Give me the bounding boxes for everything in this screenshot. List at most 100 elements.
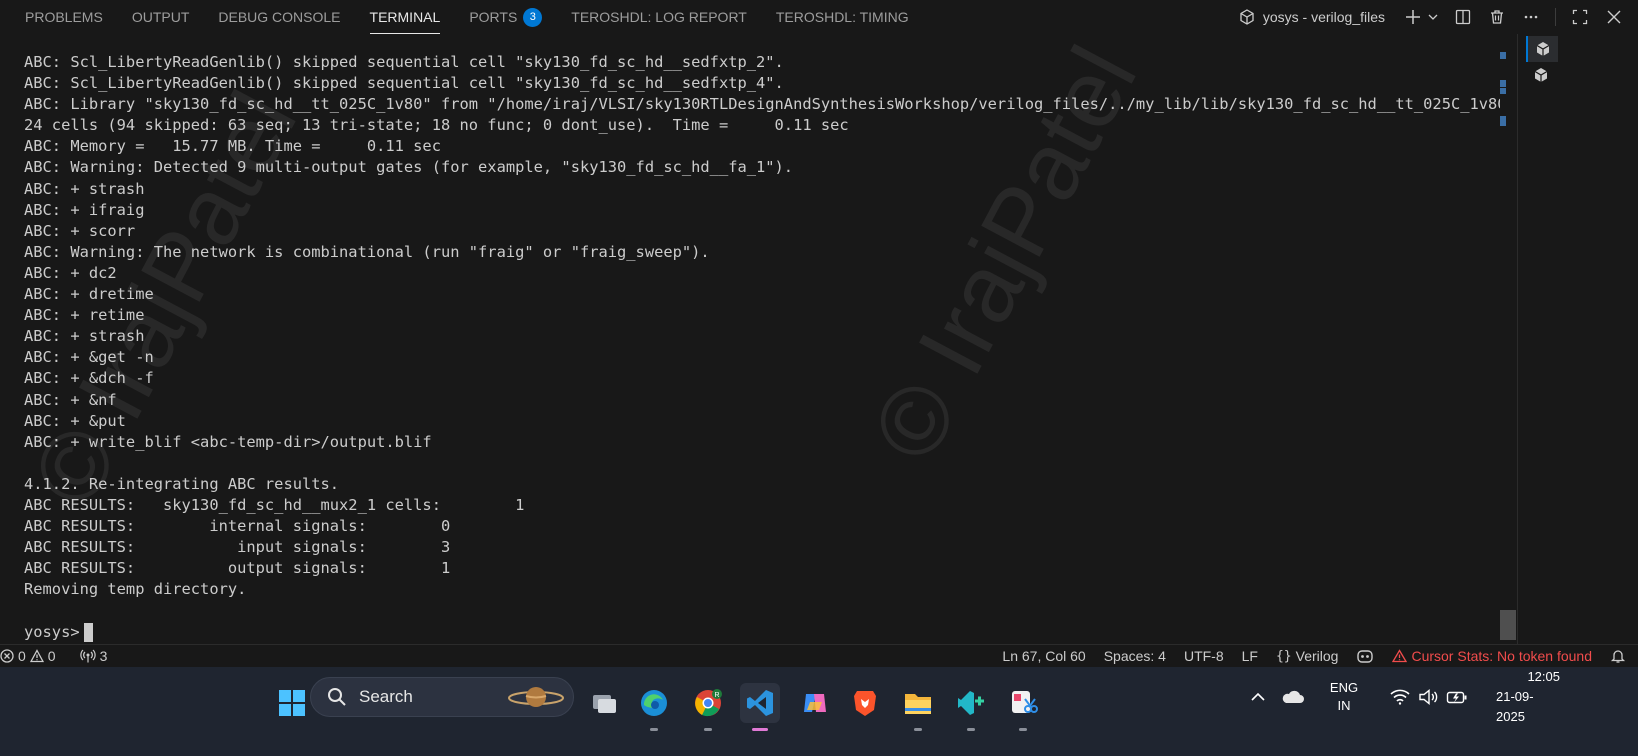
trash-icon[interactable]	[1487, 7, 1507, 27]
panel-tab-bar: PROBLEMS OUTPUT DEBUG CONSOLE TERMINAL P…	[0, 0, 1638, 34]
tab-problems[interactable]: PROBLEMS	[25, 0, 103, 34]
battery-charging-icon	[1446, 691, 1467, 704]
cursor-position-label: Ln 67, Col 60	[1002, 648, 1086, 664]
running-indicator	[704, 728, 712, 731]
end-of-line[interactable]: LF	[1233, 645, 1267, 667]
ports-count-badge: 3	[523, 7, 543, 27]
terminal-line: ABC: Library "sky130_fd_sc_hd__tt_025C_1…	[24, 95, 1500, 114]
scroll-thumb[interactable]	[1500, 610, 1516, 640]
terminal-line: ABC: + &get -n	[24, 348, 154, 367]
terminal-instance-1[interactable]	[1526, 36, 1558, 62]
copilot-icon	[1357, 650, 1374, 663]
tab-label: TERMINAL	[369, 8, 441, 25]
windows-taskbar: Search R ENG IN 12:05 21-09-2025	[0, 667, 1638, 756]
terminal-line: ABC: + ifraig	[24, 200, 145, 219]
code-plus-icon[interactable]	[951, 683, 991, 731]
terminal-cube-icon	[1536, 42, 1550, 56]
panel-actions: yosys - verilog_files	[1237, 0, 1624, 34]
running-indicator	[967, 728, 975, 731]
cursor-stats-label: Cursor Stats: No token found	[1411, 648, 1592, 664]
problems-indicator[interactable]: 0 0	[0, 645, 65, 667]
eol-label: LF	[1241, 648, 1258, 664]
windows-start-icon[interactable]	[272, 683, 312, 723]
chevron-up-icon[interactable]	[1244, 692, 1272, 702]
region-code: IN	[1337, 698, 1351, 713]
terminal-scrollbar[interactable]	[1500, 34, 1516, 644]
chrome-icon[interactable]: R	[688, 683, 728, 731]
quick-settings[interactable]	[1390, 689, 1468, 705]
terminal-line: ABC: Warning: Detected 9 multi-output ga…	[24, 158, 794, 177]
terminal-output[interactable]: © IrajPatel © IrajPatel ABC: Scl_Liberty…	[0, 34, 1500, 644]
terminal-line: ABC: + retime	[24, 306, 145, 325]
terminal-cube-icon	[1237, 7, 1257, 27]
terminal-line: ABC: Warning: The network is combination…	[24, 242, 710, 261]
tab-output[interactable]: OUTPUT	[132, 0, 190, 34]
terminal-selector[interactable]: yosys - verilog_files	[1237, 7, 1385, 27]
terminal-instance-list	[1517, 34, 1638, 644]
indentation[interactable]: Spaces: 4	[1095, 645, 1175, 667]
snipping-tool-icon[interactable]	[1003, 683, 1043, 731]
running-indicator	[752, 728, 768, 731]
terminal-line: ABC: Scl_LibertyReadGenlib() skipped seq…	[24, 53, 784, 71]
edge-icon[interactable]	[634, 683, 674, 731]
terminal-prompt-line[interactable]: yosys>	[24, 622, 1500, 643]
language-indicator[interactable]: ENG IN	[1316, 679, 1372, 715]
taskbar-search[interactable]: Search	[310, 677, 574, 717]
svg-text:R: R	[715, 692, 720, 699]
braces-icon: {}	[1275, 648, 1292, 664]
language-label: Verilog	[1295, 648, 1339, 664]
running-indicator	[914, 728, 922, 731]
terminal-line: ABC RESULTS: output signals: 1	[24, 559, 451, 578]
terminal-line: Removing temp directory.	[24, 580, 247, 599]
vscode-icon[interactable]	[740, 683, 780, 731]
warning-count: 0	[47, 648, 56, 664]
language-mode[interactable]: {} Verilog	[1267, 645, 1347, 667]
bell-icon	[1610, 650, 1626, 663]
terminal-line: ABC RESULTS: internal signals: 0	[24, 517, 451, 536]
terminal-line: ABC: Scl_LibertyReadGenlib() skipped seq…	[24, 74, 784, 93]
terminal-line: ABC RESULTS: input signals: 3	[24, 538, 451, 557]
cursor-stats[interactable]: Cursor Stats: No token found	[1383, 645, 1601, 667]
copilot-status[interactable]	[1347, 645, 1383, 667]
copilot-app-icon[interactable]	[795, 683, 835, 723]
maximize-icon[interactable]	[1570, 7, 1590, 27]
ports-indicator[interactable]: 3	[71, 645, 117, 667]
cursor-position[interactable]: Ln 67, Col 60	[993, 645, 1094, 667]
more-icon[interactable]	[1521, 7, 1541, 27]
tab-label: TEROSHDL: TIMING	[775, 8, 909, 25]
chevron-down-icon[interactable]	[1427, 7, 1439, 27]
plus-icon[interactable]	[1403, 7, 1423, 27]
terminal-line: ABC: + write_blif <abc-temp-dir>/output.…	[24, 432, 432, 451]
file-explorer-icon[interactable]	[898, 683, 938, 731]
terminal-line: ABC: + &put	[24, 411, 126, 430]
scroll-marker	[1500, 88, 1506, 94]
volume-icon	[1419, 689, 1438, 705]
terminal-line: ABC: + dretime	[24, 285, 154, 304]
warning-icon	[29, 649, 44, 663]
split-icon[interactable]	[1453, 7, 1473, 27]
terminal-instance-2[interactable]	[1526, 62, 1556, 88]
encoding[interactable]: UTF-8	[1175, 645, 1233, 667]
tab-label: DEBUG CONSOLE	[218, 8, 341, 25]
tab-label: PORTS	[469, 8, 518, 25]
tab-teroshdl-timing[interactable]: TEROSHDL: TIMING	[776, 0, 909, 34]
terminal-line: ABC: + dc2	[24, 263, 117, 282]
terminal-prompt: yosys>	[24, 622, 80, 641]
running-indicator	[1019, 728, 1027, 731]
clock[interactable]: 12:05 21-09-2025	[1496, 667, 1560, 727]
terminal-lines: ABC: Scl_LibertyReadGenlib() skipped seq…	[24, 52, 1500, 643]
tab-teroshdl-log-report[interactable]: TEROSHDL: LOG REPORT	[571, 0, 747, 34]
error-count: 0	[18, 648, 26, 664]
onedrive-icon[interactable]	[1272, 689, 1312, 705]
tab-ports[interactable]: PORTS 3	[469, 0, 543, 34]
tab-terminal[interactable]: TERMINAL	[369, 0, 441, 34]
terminal-line: 4.1.2. Re-integrating ABC results.	[24, 474, 340, 493]
tab-debug-console[interactable]: DEBUG CONSOLE	[218, 0, 340, 34]
encoding-label: UTF-8	[1183, 648, 1224, 664]
notifications[interactable]	[1601, 645, 1638, 667]
brave-icon[interactable]	[845, 683, 885, 723]
tab-label: OUTPUT	[131, 8, 190, 25]
task-view-icon[interactable]	[584, 683, 624, 723]
close-icon[interactable]	[1604, 7, 1624, 27]
